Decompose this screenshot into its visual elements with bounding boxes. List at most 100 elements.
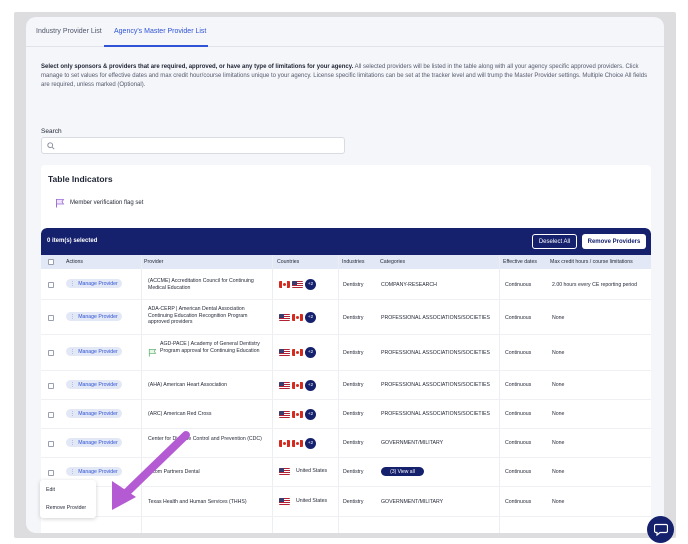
manage-provider-label: Manage Provider [78, 348, 118, 355]
menu-item-remove-provider[interactable]: Remove Provider [46, 505, 86, 511]
category: PROFESSIONAL ASSOCIATIONS/SOCIETIES [381, 315, 490, 321]
provider-name: (ARC) American Red Cross [148, 411, 212, 417]
table-row: ⋮ Manage Provider (AHA) American Heart As… [41, 371, 651, 400]
effective-dates: Continuous [505, 411, 532, 417]
row-checkbox[interactable] [48, 412, 54, 418]
more-countries-badge[interactable]: +2 [305, 380, 316, 391]
header-actions: Actions [66, 259, 84, 265]
provider-name: Center for Disease Control and Preventio… [148, 436, 262, 442]
row-checkbox[interactable] [48, 282, 54, 288]
canada-flag-icon [279, 281, 290, 288]
us-flag-icon [292, 281, 303, 288]
industry: Dentistry [343, 499, 364, 505]
credit-limit: None [552, 315, 565, 321]
country-flags: United States [279, 498, 327, 505]
provider-name: (ACCME) Accreditation Council for Contin… [148, 278, 254, 291]
us-flag-icon [279, 411, 290, 418]
row-checkbox[interactable] [48, 441, 54, 447]
row-checkbox[interactable] [48, 315, 54, 321]
manage-provider-label: Manage Provider [78, 468, 118, 475]
industry: Dentistry [343, 440, 364, 446]
more-countries-badge[interactable]: +2 [305, 409, 316, 420]
manage-provider-button[interactable]: ⋮ Manage Provider [66, 347, 122, 356]
intro-text: Select only sponsors & providers that ar… [41, 63, 653, 90]
row-checkbox[interactable] [48, 470, 54, 476]
header-countries: Countries [277, 259, 300, 265]
industry: Dentistry [343, 350, 364, 356]
category: COMPANY-RESEARCH [381, 282, 437, 288]
search-label: Search [41, 128, 62, 135]
manage-provider-button[interactable]: ⋮ Manage Provider [66, 312, 122, 321]
us-flag-icon [279, 498, 290, 505]
header-max-credit: Max credit hours / course limitations [550, 259, 633, 265]
effective-dates: Continuous [505, 440, 532, 446]
member-flag-icon [148, 348, 157, 357]
us-flag-icon [279, 314, 290, 321]
header-categories: Categories [380, 259, 406, 265]
effective-dates: Continuous [505, 382, 532, 388]
search-input[interactable] [41, 137, 345, 154]
manage-provider-button[interactable]: ⋮ Manage Provider [66, 467, 122, 476]
manage-provider-label: Manage Provider [78, 410, 118, 417]
provider-name: Incom Partners Dental [148, 469, 200, 475]
kebab-icon: ⋮ [70, 468, 76, 475]
intro-bold: Select only sponsors & providers that ar… [41, 64, 354, 70]
canada-flag-icon [292, 314, 303, 321]
table-row: ⋮ Manage Provider ADA-CERP | American Den… [41, 300, 651, 335]
industry: Dentistry [343, 411, 364, 417]
selection-bar: 0 item(s) selected Deselect All Remove P… [41, 228, 651, 255]
active-tab-indicator [104, 45, 208, 47]
provider-card: Industry Provider List Agency's Master P… [26, 17, 664, 533]
table-indicators-panel: Table Indicators Member verification fla… [41, 165, 651, 235]
canada-flag-icon [292, 349, 303, 356]
manage-provider-label: Manage Provider [78, 313, 118, 320]
manage-provider-label: Manage Provider [78, 439, 118, 446]
chat-button[interactable] [647, 516, 674, 543]
flag-icon [56, 199, 65, 208]
selected-count: 0 item(s) selected [47, 238, 98, 244]
table-row: ⋮ Manage Provider (ACCME) Accreditation C… [41, 269, 651, 300]
tab-industry-provider-list[interactable]: Industry Provider List [36, 28, 102, 35]
canada-flag-icon [292, 411, 303, 418]
country-flags: +2 [279, 279, 316, 290]
manage-provider-button[interactable]: ⋮ Manage Provider [66, 409, 122, 418]
menu-item-edit[interactable]: Edit [46, 487, 55, 493]
canada-flag-icon [292, 440, 303, 447]
country-flags: +2 [279, 312, 316, 323]
table-row: ⋮ Manage Provider Center for Disease Cont… [41, 429, 651, 458]
industry: Dentistry [343, 469, 364, 475]
more-countries-badge[interactable]: +2 [305, 279, 316, 290]
tab-agency-master-provider-list[interactable]: Agency's Master Provider List [114, 28, 206, 35]
kebab-icon: ⋮ [70, 313, 76, 320]
kebab-icon: ⋮ [70, 410, 76, 417]
deselect-all-button[interactable]: Deselect All [532, 234, 577, 249]
provider-name: Texas Health and Human Services (THHS) [148, 499, 247, 505]
indicator-item: Member verification flag set [55, 198, 143, 208]
country-flags: United States [279, 468, 327, 475]
more-countries-badge[interactable]: +2 [305, 347, 316, 358]
category: PROFESSIONAL ASSOCIATIONS/SOCIETIES [381, 350, 490, 356]
table-header: Actions Provider Countries Industries Ca… [41, 255, 651, 269]
effective-dates: Continuous [505, 469, 532, 475]
canada-flag-icon [292, 382, 303, 389]
manage-provider-button[interactable]: ⋮ Manage Provider [66, 279, 122, 288]
more-countries-badge[interactable]: +2 [305, 312, 316, 323]
select-all-checkbox[interactable] [48, 259, 54, 265]
category: PROFESSIONAL ASSOCIATIONS/SOCIETIES [381, 411, 490, 417]
credit-limit: None [552, 469, 565, 475]
industry: Dentistry [343, 382, 364, 388]
view-all-categories-button[interactable]: (3) View all [381, 467, 424, 476]
row-checkbox[interactable] [48, 383, 54, 389]
credit-limit: 2.00 hours every CE reporting period [552, 282, 638, 288]
manage-provider-button[interactable]: ⋮ Manage Provider [66, 380, 122, 389]
industry: Dentistry [343, 282, 364, 288]
table-row: Texas Health and Human Services (THHS) U… [41, 487, 651, 517]
effective-dates: Continuous [505, 350, 532, 356]
chat-icon [653, 523, 668, 536]
manage-provider-button[interactable]: ⋮ Manage Provider [66, 438, 122, 447]
provider-name: AGD-PACE | Academy of General Dentistry … [160, 341, 260, 354]
more-countries-badge[interactable]: +2 [305, 438, 316, 449]
row-checkbox[interactable] [48, 350, 54, 356]
tab-bar: Industry Provider List Agency's Master P… [26, 17, 664, 47]
remove-providers-button[interactable]: Remove Providers [582, 234, 646, 249]
